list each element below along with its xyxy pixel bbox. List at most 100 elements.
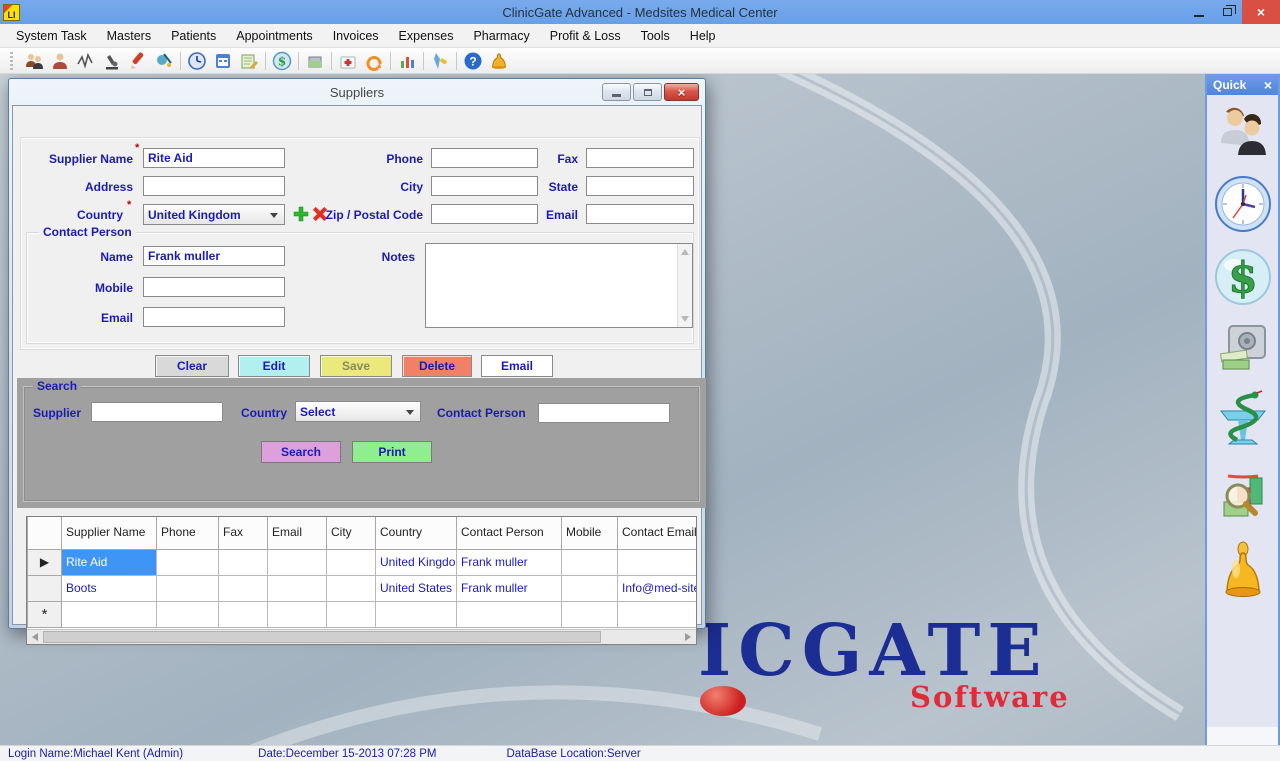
vitals-icon[interactable]: [73, 50, 99, 72]
grid-cell[interactable]: [618, 601, 697, 627]
grid-cell[interactable]: Info@med-sites.com: [618, 575, 697, 601]
grid-cell[interactable]: [562, 549, 618, 575]
grid-horizontal-scrollbar[interactable]: [27, 629, 696, 644]
grid-cell[interactable]: [268, 549, 327, 575]
grid-cell[interactable]: [219, 575, 268, 601]
invoice-icon[interactable]: [236, 50, 262, 72]
country-select[interactable]: United Kingdom: [143, 204, 285, 225]
add-country-icon[interactable]: [293, 206, 309, 222]
grid-cell[interactable]: [219, 549, 268, 575]
menu-help[interactable]: Help: [680, 26, 726, 46]
menu-appointments[interactable]: Appointments: [226, 26, 322, 46]
table-row[interactable]: Boots United StatesFrank muller Info@med-s…: [28, 575, 697, 601]
grid-cell[interactable]: [268, 601, 327, 627]
menu-invoices[interactable]: Invoices: [323, 26, 389, 46]
supplies-box-icon[interactable]: [302, 50, 328, 72]
patient-icon[interactable]: [47, 50, 73, 72]
menu-pharmacy[interactable]: Pharmacy: [463, 26, 539, 46]
grid-cell[interactable]: [157, 575, 219, 601]
scroll-up-icon[interactable]: [681, 249, 689, 255]
billing-dollar-icon[interactable]: $: [1213, 247, 1273, 307]
grid-header[interactable]: Supplier Name: [62, 517, 157, 549]
reports-search-icon[interactable]: [1213, 468, 1273, 526]
menu-masters[interactable]: Masters: [97, 26, 161, 46]
expense-chart-icon[interactable]: [394, 50, 420, 72]
scroll-down-icon[interactable]: [681, 316, 689, 322]
dialog-close-icon[interactable]: ×: [664, 83, 699, 101]
appointments-clock-icon[interactable]: [1213, 174, 1273, 234]
grid-cell[interactable]: Rite Aid: [62, 549, 157, 575]
grid-header[interactable]: Phone: [157, 517, 219, 549]
cleaner-icon[interactable]: [427, 50, 453, 72]
grid-cell[interactable]: [457, 601, 562, 627]
menu-tools[interactable]: Tools: [631, 26, 680, 46]
search-country-select[interactable]: Select: [295, 401, 421, 422]
grid-cell[interactable]: [562, 575, 618, 601]
menu-expenses[interactable]: Expenses: [389, 26, 464, 46]
help-icon[interactable]: ?: [460, 50, 486, 72]
search-contact-input[interactable]: [538, 403, 670, 423]
grid-cell[interactable]: Frank muller: [457, 575, 562, 601]
dollar-coin-icon[interactable]: $: [269, 50, 295, 72]
reminder-bell-icon[interactable]: [1213, 539, 1273, 605]
pharmacy-icon[interactable]: [1213, 389, 1273, 455]
grid-cell[interactable]: United States: [376, 575, 457, 601]
grid-cell[interactable]: [62, 601, 157, 627]
grid-header[interactable]: [28, 517, 62, 549]
grid-cell[interactable]: Boots: [62, 575, 157, 601]
alert-bell-icon[interactable]: [486, 50, 512, 72]
grid-cell[interactable]: [327, 575, 376, 601]
grid-cell[interactable]: [327, 601, 376, 627]
grid-header[interactable]: Email: [268, 517, 327, 549]
edit-button[interactable]: Edit: [238, 355, 310, 377]
dialog-maximize-icon[interactable]: [633, 83, 662, 101]
notes-scrollbar[interactable]: [677, 244, 692, 327]
grid-header[interactable]: City: [327, 517, 376, 549]
quick-close-icon[interactable]: ×: [1264, 77, 1272, 93]
grid-cell[interactable]: [618, 549, 697, 575]
menu-profit-loss[interactable]: Profit & Loss: [540, 26, 631, 46]
grid-header[interactable]: Contact Email: [618, 517, 697, 549]
grid-cell[interactable]: [327, 549, 376, 575]
minimize-icon[interactable]: [1184, 0, 1213, 24]
restore-icon[interactable]: [1213, 0, 1242, 24]
scrollbar-thumb[interactable]: [43, 631, 601, 643]
grid-header[interactable]: Mobile: [562, 517, 618, 549]
email-button[interactable]: Email: [481, 355, 553, 377]
search-button[interactable]: Search: [261, 441, 341, 463]
row-selector[interactable]: ▶: [28, 549, 62, 575]
grid-cell[interactable]: [157, 601, 219, 627]
contact-email-input[interactable]: [143, 307, 285, 327]
grid-header[interactable]: Fax: [219, 517, 268, 549]
scroll-left-icon[interactable]: [32, 633, 38, 641]
appointments-clock-icon[interactable]: [184, 50, 210, 72]
grid-cell[interactable]: [562, 601, 618, 627]
search-supplier-input[interactable]: [91, 402, 223, 422]
grid-cell[interactable]: [219, 601, 268, 627]
microscope-icon[interactable]: [99, 50, 125, 72]
prescription-pen-icon[interactable]: [125, 50, 151, 72]
row-selector[interactable]: [28, 575, 62, 601]
contact-name-input[interactable]: [143, 246, 285, 266]
grid-cell[interactable]: [376, 601, 457, 627]
grid-header[interactable]: Contact Person: [457, 517, 562, 549]
dental-tools-icon[interactable]: [151, 50, 177, 72]
undo-arrow-icon[interactable]: [361, 50, 387, 72]
notes-textarea[interactable]: [425, 243, 693, 328]
menu-system-task[interactable]: System Task: [6, 26, 97, 46]
save-button[interactable]: Save: [320, 355, 392, 377]
dialog-titlebar[interactable]: Suppliers ×: [9, 79, 705, 105]
fax-input[interactable]: [586, 148, 694, 168]
grid-cell[interactable]: United Kingdom: [376, 549, 457, 575]
close-icon[interactable]: ×: [1242, 0, 1280, 24]
scroll-right-icon[interactable]: [685, 633, 691, 641]
dialog-minimize-icon[interactable]: [602, 83, 631, 101]
patients-icon[interactable]: [1213, 103, 1273, 161]
menu-patients[interactable]: Patients: [161, 26, 226, 46]
grid-cell[interactable]: [157, 549, 219, 575]
supplier-name-input[interactable]: [143, 148, 285, 168]
new-row-indicator[interactable]: *: [28, 601, 62, 627]
state-input[interactable]: [586, 176, 694, 196]
address-input[interactable]: [143, 176, 285, 196]
grid-cell[interactable]: Frank muller: [457, 549, 562, 575]
